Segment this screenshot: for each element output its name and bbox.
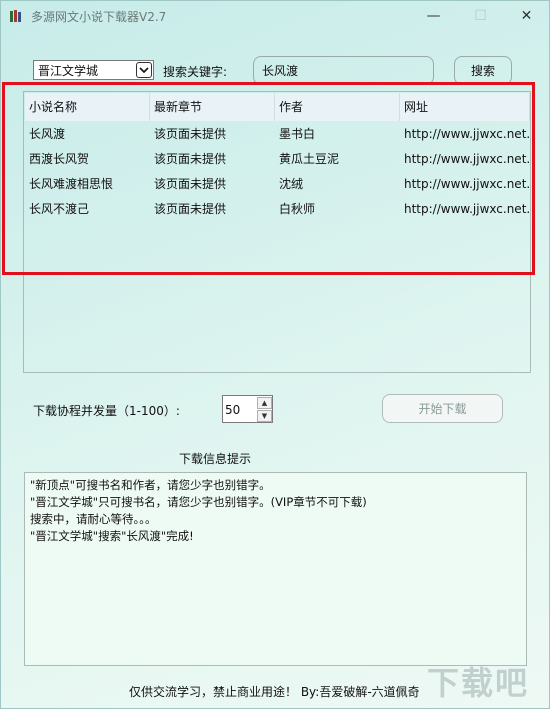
cell-url: http://www.jjwxc.net... (404, 176, 530, 191)
spin-down-icon[interactable]: ▼ (257, 410, 272, 422)
title-bar[interactable]: 多源网文小说下载器V2.7 — ☐ ✕ (1, 1, 549, 31)
cell-title: 长风渡 (29, 127, 66, 141)
column-header-title[interactable]: 小说名称 (25, 93, 150, 121)
minimize-button[interactable]: — (411, 1, 456, 31)
watermark-logo: 下载吧 (425, 656, 545, 706)
watermark-text: 下载吧 (427, 664, 529, 702)
source-select-value: 晋江文学城 (38, 63, 99, 78)
table-row[interactable]: 长风难渡相思恨 该页面未提供 沈绒 http://www.jjwxc.net..… (25, 171, 530, 196)
concurrency-label: 下载协程并发量（1-100）: (33, 404, 180, 418)
concurrency-stepper[interactable]: ▲ ▼ (222, 395, 273, 423)
table-row[interactable]: 长风渡 该页面未提供 墨书白 http://www.jjwxc.net... (25, 121, 530, 146)
table-row[interactable]: 长风不渡己 该页面未提供 白秋师 http://www.jjwxc.net... (25, 196, 530, 221)
results-body: 长风渡 该页面未提供 墨书白 http://www.jjwxc.net... 西… (25, 121, 530, 221)
cell-url: http://www.jjwxc.net... (404, 151, 530, 166)
log-line: "晋江文学城"搜索"长风渡"完成! (30, 529, 194, 543)
keyword-label: 搜索关键字: (163, 65, 228, 79)
cell-title: 西渡长风贺 (29, 152, 90, 166)
cell-title: 长风不渡己 (29, 202, 90, 216)
info-label: 下载信息提示 (179, 452, 252, 466)
window-title: 多源网文小说下载器V2.7 (31, 10, 167, 24)
cell-author: 白秋师 (279, 202, 316, 216)
chevron-down-icon[interactable] (136, 62, 152, 78)
log-line: 搜索中，请耐心等待。。。 (30, 512, 157, 526)
cell-latest-chapter: 该页面未提供 (154, 152, 227, 166)
search-button[interactable]: 搜索 (454, 56, 512, 85)
results-list[interactable]: 小说名称 最新章节 作者 网址 长风渡 该页面未提供 墨书白 http://ww… (23, 91, 531, 373)
cell-url: http://www.jjwxc.net... (404, 126, 530, 141)
source-select[interactable]: 晋江文学城 (33, 60, 154, 80)
log-line: "新顶点"可搜书名和作者，请您少字也别错字。 (30, 478, 271, 492)
cell-author: 沈绒 (279, 177, 304, 191)
results-header: 小说名称 最新章节 作者 网址 (25, 93, 530, 121)
log-line: "晋江文学城"只可搜书名，请您少字也别错字。(VIP章节不可下载) (30, 495, 367, 509)
keyword-input[interactable] (253, 56, 434, 85)
app-window: 多源网文小说下载器V2.7 — ☐ ✕ 晋江文学城 搜索关键字: 搜索 小说名称… (0, 0, 550, 709)
info-log[interactable]: "新顶点"可搜书名和作者，请您少字也别错字。 "晋江文学城"只可搜书名，请您少字… (24, 472, 527, 666)
app-icon (10, 10, 21, 22)
spin-up-icon[interactable]: ▲ (257, 397, 272, 409)
cell-title: 长风难渡相思恨 (29, 177, 114, 191)
column-header-latest-chapter[interactable]: 最新章节 (150, 93, 275, 121)
cell-latest-chapter: 该页面未提供 (154, 202, 227, 216)
cell-url: http://www.jjwxc.net... (404, 201, 530, 216)
cell-author: 墨书白 (279, 127, 316, 141)
column-header-author[interactable]: 作者 (275, 93, 400, 121)
close-button[interactable]: ✕ (504, 1, 549, 31)
cell-latest-chapter: 该页面未提供 (154, 177, 227, 191)
column-header-url[interactable]: 网址 (400, 93, 530, 121)
start-download-button[interactable]: 开始下载 (382, 394, 503, 423)
table-row[interactable]: 西渡长风贺 该页面未提供 黄瓜土豆泥 http://www.jjwxc.net.… (25, 146, 530, 171)
cell-latest-chapter: 该页面未提供 (154, 127, 227, 141)
concurrency-input[interactable] (225, 402, 253, 418)
maximize-button[interactable]: ☐ (458, 1, 503, 31)
cell-author: 黄瓜土豆泥 (279, 152, 340, 166)
footer-text: 仅供交流学习，禁止商业用途！ By:吾爱破解-六道佩奇 (129, 685, 420, 699)
